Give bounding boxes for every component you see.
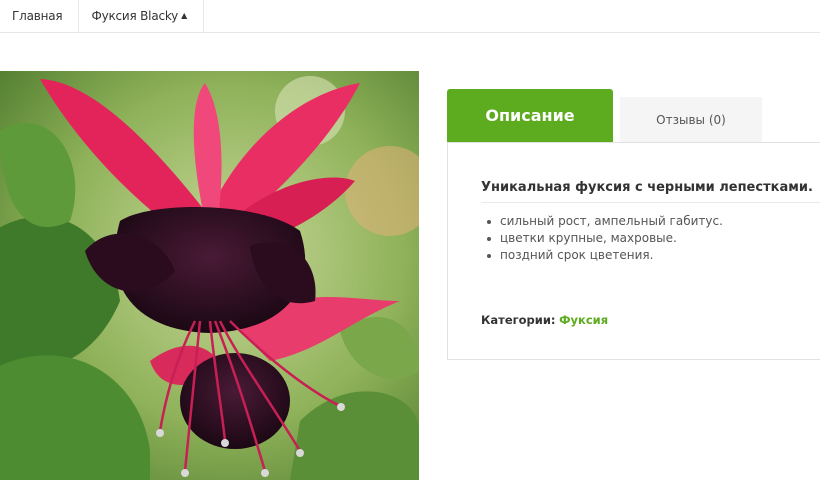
description-panel: Уникальная фуксия с черными лепестками. … (447, 142, 820, 360)
list-item: сильный рост, ампельный габитус. (481, 213, 723, 230)
breadcrumb-home-label[interactable]: Главная (12, 9, 63, 23)
bullet-icon (487, 220, 491, 224)
product-image[interactable] (0, 71, 419, 480)
list-item: цветки крупные, махровые. (481, 230, 723, 247)
description-title: Уникальная фуксия с черными лепестками. (481, 180, 813, 195)
tab-reviews-label[interactable]: Отзывы (0) (656, 113, 726, 127)
tab-description[interactable]: Описание (447, 89, 613, 142)
bullet-icon (487, 237, 491, 241)
categories-label: Категории: (481, 313, 556, 327)
breadcrumb-current-label[interactable]: Фуксия Blacky (91, 9, 178, 23)
fuchsia-photo (0, 71, 419, 480)
description-divider (481, 202, 820, 203)
breadcrumb-current[interactable]: Фуксия Blacky ▲ (79, 0, 205, 32)
category-link[interactable]: Фуксия (559, 313, 608, 327)
list-item: поздний срок цветения. (481, 247, 723, 264)
breadcrumb: Главная Фуксия Blacky ▲ (0, 0, 820, 33)
feature-list: сильный рост, ампельный габитус. цветки … (481, 213, 723, 264)
feature-text: цветки крупные, махровые. (500, 231, 677, 245)
bullet-icon (487, 254, 491, 258)
feature-text: сильный рост, ампельный габитус. (500, 214, 723, 228)
categories: Категории: Фуксия (481, 313, 608, 327)
caret-up-icon[interactable]: ▲ (181, 11, 187, 20)
feature-text: поздний срок цветения. (500, 248, 654, 262)
tab-reviews[interactable]: Отзывы (0) (620, 97, 762, 142)
breadcrumb-home[interactable]: Главная (0, 0, 80, 32)
tab-description-label[interactable]: Описание (485, 106, 574, 125)
